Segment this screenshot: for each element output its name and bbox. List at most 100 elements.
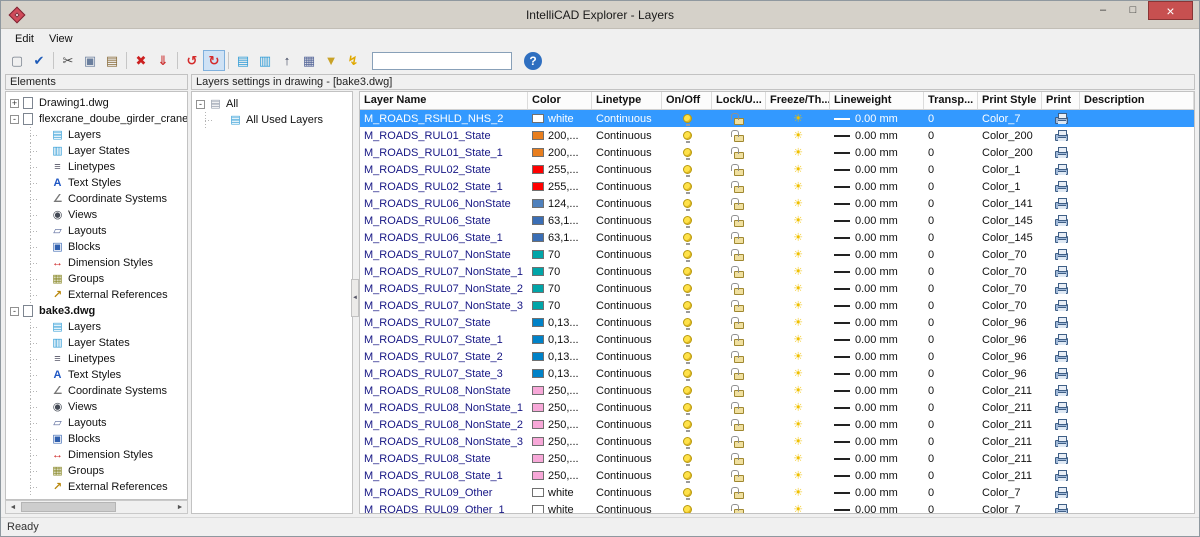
unlocked-padlock-icon[interactable] — [734, 475, 744, 482]
color-swatch[interactable] — [532, 233, 544, 242]
sun-thawed-icon[interactable] — [793, 300, 803, 312]
color-swatch[interactable] — [532, 284, 544, 293]
layer-lock-cell[interactable] — [712, 399, 766, 416]
bulb-on-icon[interactable] — [683, 403, 692, 412]
bulb-on-icon[interactable] — [683, 182, 692, 191]
layer-name-cell[interactable]: M_ROADS_RUL08_NonState — [360, 382, 528, 399]
tree-item[interactable]: External References — [6, 479, 187, 495]
unlocked-padlock-icon[interactable] — [734, 271, 744, 278]
layer-print-cell[interactable] — [1042, 212, 1080, 229]
sun-thawed-icon[interactable] — [793, 402, 803, 414]
column-header-printstyle[interactable]: Print Style — [978, 92, 1042, 109]
layer-color-cell[interactable]: 70 — [528, 280, 592, 297]
layer-lock-cell[interactable] — [712, 484, 766, 501]
tree-item[interactable]: External References — [6, 287, 187, 303]
table-row[interactable]: M_ROADS_RUL06_State_1 63,1... Continuous — [360, 229, 1194, 246]
layer-print-cell[interactable] — [1042, 450, 1080, 467]
layer-onoff-cell[interactable] — [662, 348, 712, 365]
layer-print-cell[interactable] — [1042, 110, 1080, 127]
table-row[interactable]: M_ROADS_RUL08_NonState_2 250,... Continu… — [360, 416, 1194, 433]
sun-thawed-icon[interactable] — [793, 164, 803, 176]
layer-transparency-cell[interactable]: 0 — [924, 433, 978, 450]
layer-printstyle-cell[interactable]: Color_211 — [978, 399, 1042, 416]
layer-transparency-cell[interactable]: 0 — [924, 195, 978, 212]
sun-thawed-icon[interactable] — [793, 385, 803, 397]
printer-icon[interactable] — [1055, 236, 1068, 243]
unlocked-padlock-icon[interactable] — [734, 237, 744, 244]
tree-item[interactable]: - All — [192, 96, 352, 112]
layer-lock-cell[interactable] — [712, 331, 766, 348]
layer-lineweight-cell[interactable]: 0.00 mm — [830, 263, 924, 280]
layer-lock-cell[interactable] — [712, 280, 766, 297]
layer-printstyle-cell[interactable]: Color_211 — [978, 416, 1042, 433]
layer-printstyle-cell[interactable]: Color_70 — [978, 246, 1042, 263]
unlocked-padlock-icon[interactable] — [734, 356, 744, 363]
layer-printstyle-cell[interactable]: Color_145 — [978, 212, 1042, 229]
layer-print-cell[interactable] — [1042, 382, 1080, 399]
unlocked-padlock-icon[interactable] — [734, 288, 744, 295]
layer-onoff-cell[interactable] — [662, 382, 712, 399]
printer-icon[interactable] — [1055, 389, 1068, 396]
layer-print-cell[interactable] — [1042, 144, 1080, 161]
layer-freeze-cell[interactable] — [766, 348, 830, 365]
layer-name-cell[interactable]: M_ROADS_RUL01_State — [360, 127, 528, 144]
layer-printstyle-cell[interactable]: Color_96 — [978, 314, 1042, 331]
unlocked-padlock-icon[interactable] — [734, 220, 744, 227]
sun-thawed-icon[interactable] — [793, 283, 803, 295]
tree-item[interactable]: Views — [6, 399, 187, 415]
layer-freeze-cell[interactable] — [766, 280, 830, 297]
layer-lineweight-cell[interactable]: 0.00 mm — [830, 127, 924, 144]
layer-name-cell[interactable]: M_ROADS_RUL07_State — [360, 314, 528, 331]
layer-freeze-cell[interactable] — [766, 178, 830, 195]
layer-description-cell[interactable] — [1080, 416, 1194, 433]
layer-onoff-cell[interactable] — [662, 450, 712, 467]
maximize-button[interactable]: □ — [1118, 1, 1148, 20]
sun-thawed-icon[interactable] — [793, 181, 803, 193]
layer-description-cell[interactable] — [1080, 450, 1194, 467]
layer-linetype-cell[interactable]: Continuous — [592, 195, 662, 212]
layer-transparency-cell[interactable]: 0 — [924, 127, 978, 144]
tree-item[interactable]: + Drawing1.dwg — [6, 95, 187, 111]
color-swatch[interactable] — [532, 471, 544, 480]
printer-icon[interactable] — [1055, 423, 1068, 430]
titlebar[interactable]: IntelliCAD Explorer - Layers – □ × — [1, 1, 1199, 29]
layer-lineweight-cell[interactable]: 0.00 mm — [830, 331, 924, 348]
layer-freeze-cell[interactable] — [766, 144, 830, 161]
table-row[interactable]: M_ROADS_RUL07_State 0,13... Continuous — [360, 314, 1194, 331]
layer-transparency-cell[interactable]: 0 — [924, 382, 978, 399]
layer-description-cell[interactable] — [1080, 399, 1194, 416]
color-swatch[interactable] — [532, 454, 544, 463]
layer-linetype-cell[interactable]: Continuous — [592, 229, 662, 246]
layer-name-cell[interactable]: M_ROADS_RUL08_State — [360, 450, 528, 467]
table-row[interactable]: M_ROADS_RUL02_State_1 255,... Continuous — [360, 178, 1194, 195]
layer-name-cell[interactable]: M_ROADS_RUL01_State_1 — [360, 144, 528, 161]
color-swatch[interactable] — [532, 165, 544, 174]
printer-icon[interactable] — [1055, 491, 1068, 498]
layer-transparency-cell[interactable]: 0 — [924, 280, 978, 297]
printer-icon[interactable] — [1055, 117, 1068, 124]
table-row[interactable]: M_ROADS_RUL06_State 63,1... Continuous — [360, 212, 1194, 229]
layer-color-cell[interactable]: 250,... — [528, 467, 592, 484]
copy-button[interactable] — [79, 50, 101, 71]
expand-toggle-icon[interactable]: - — [10, 115, 19, 124]
layer-description-cell[interactable] — [1080, 484, 1194, 501]
layer-linetype-cell[interactable]: Continuous — [592, 501, 662, 514]
layer-color-cell[interactable]: 200,... — [528, 144, 592, 161]
layer-transparency-cell[interactable]: 0 — [924, 467, 978, 484]
layer-description-cell[interactable] — [1080, 144, 1194, 161]
layer-lineweight-cell[interactable]: 0.00 mm — [830, 348, 924, 365]
new-item-button[interactable] — [6, 50, 28, 71]
layer-print-cell[interactable] — [1042, 280, 1080, 297]
unlocked-padlock-icon[interactable] — [734, 509, 744, 515]
menu-item-view[interactable]: View — [43, 31, 82, 47]
layer-freeze-cell[interactable] — [766, 110, 830, 127]
layer-transparency-cell[interactable]: 0 — [924, 365, 978, 382]
confirm-button[interactable] — [28, 50, 50, 71]
layer-lock-cell[interactable] — [712, 382, 766, 399]
layer-printstyle-cell[interactable]: Color_1 — [978, 161, 1042, 178]
layer-freeze-cell[interactable] — [766, 195, 830, 212]
table-row[interactable]: M_ROADS_RUL01_State 200,... Continuous — [360, 127, 1194, 144]
layer-print-cell[interactable] — [1042, 127, 1080, 144]
layer-printstyle-cell[interactable]: Color_141 — [978, 195, 1042, 212]
sun-thawed-icon[interactable] — [793, 215, 803, 227]
